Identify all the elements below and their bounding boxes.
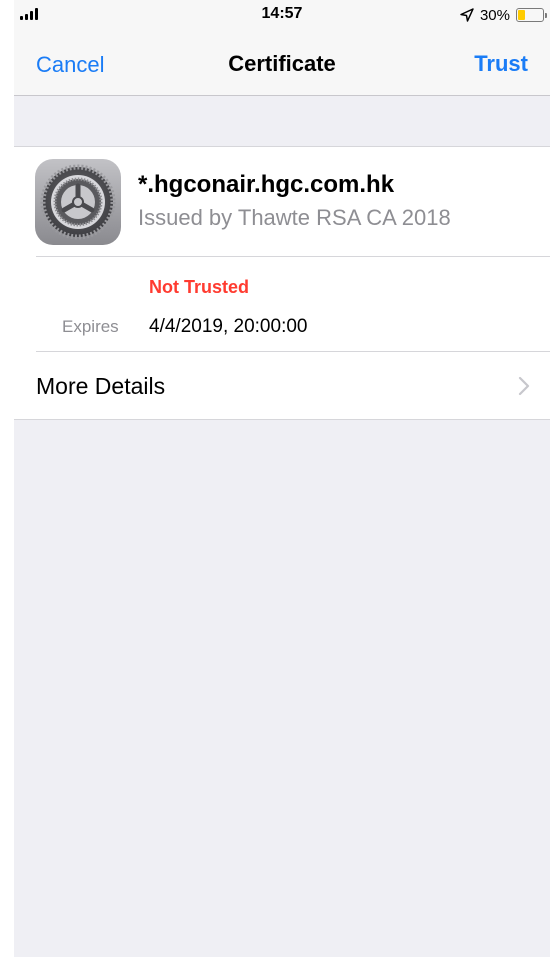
device-screen: 14:57 30% Cancel Certificate Trust *.hgc… <box>14 0 550 957</box>
battery-icon <box>516 8 547 22</box>
certificate-name: *.hgconair.hgc.com.hk <box>138 171 395 198</box>
navigation-bar: Cancel Certificate Trust <box>14 30 550 96</box>
trust-status: Not Trusted <box>149 277 250 297</box>
page-title: Certificate <box>228 51 336 76</box>
trust-button[interactable]: Trust <box>474 51 528 77</box>
battery-nub <box>545 13 547 18</box>
more-details-row[interactable]: More Details <box>14 352 550 420</box>
location-arrow-icon <box>460 8 474 22</box>
settings-gear-icon <box>35 159 121 245</box>
expires-label: Expires <box>62 317 119 336</box>
battery-percent: 30% <box>479 6 510 24</box>
status-bar: 14:57 30% <box>14 0 550 30</box>
certificate-card: *.hgconair.hgc.com.hk Issued by Thawte R… <box>14 146 550 420</box>
more-details-label: More Details <box>36 373 166 399</box>
status-right-group: 30% <box>460 5 547 25</box>
certificate-issuer: Issued by Thawte RSA CA 2018 <box>138 205 451 230</box>
battery-fill <box>518 10 526 20</box>
chevron-right-icon <box>518 376 530 396</box>
expires-value: 4/4/2019, 20:00:00 <box>149 316 308 337</box>
divider <box>36 256 550 257</box>
